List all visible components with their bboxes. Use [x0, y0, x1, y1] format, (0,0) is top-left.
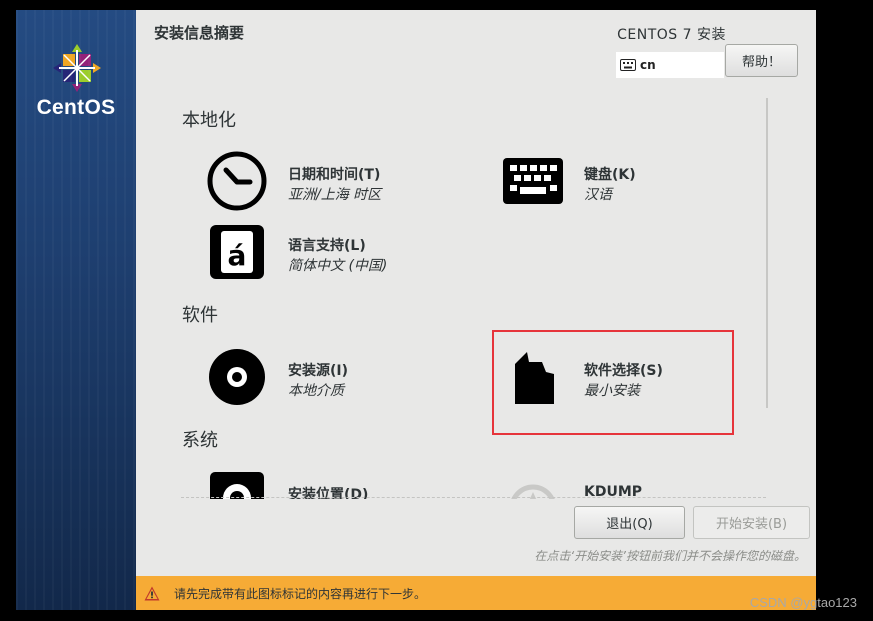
sidebar: CentOS [16, 10, 136, 610]
centos-logo-icon [53, 44, 101, 92]
spoke-install-source-name: 安装源(I) [288, 363, 349, 379]
warning-icon [144, 586, 160, 600]
spoke-kdump[interactable]: KDUMP [502, 470, 762, 499]
spokes-scroll-area[interactable]: 本地化 日期和时间(T) 亚洲/上海 时区 键盘(K) 汉语 á 语言支持(L)… [136, 98, 816, 499]
spoke-language[interactable]: á 语言支持(L) 简体中文 (中国) [206, 221, 466, 283]
highlight-annotation [492, 330, 734, 435]
spoke-keyboard-name: 键盘(K) [584, 167, 636, 183]
keyboard-layout-label: cn [640, 58, 656, 72]
spoke-install-source-status: 本地介质 [288, 383, 344, 399]
installer-window: CentOS 安装信息摘要 CENTOS 7 安装 cn 帮助！ 本地化 日期和… [16, 10, 816, 610]
disc-icon [209, 349, 265, 405]
warning-text: 请先完成带有此图标标记的内容再进行下一步。 [174, 586, 427, 601]
language-icon: á [210, 225, 264, 279]
harddisk-icon [210, 472, 264, 499]
section-title-localization: 本地化 [182, 110, 236, 131]
warning-bar: 请先完成带有此图标标记的内容再进行下一步。 [136, 576, 816, 610]
page-title: 安装信息摘要 [154, 24, 245, 42]
spoke-datetime-name: 日期和时间(T) [288, 167, 381, 183]
kdump-icon [511, 484, 555, 499]
section-title-system: 系统 [182, 430, 218, 451]
begin-hint-text: 在点击‘开始安装’按钮前我们并不会操作您的磁盘。 [534, 549, 806, 563]
spoke-install-source[interactable]: 安装源(I) 本地介质 [206, 346, 466, 408]
clock-icon [207, 151, 267, 211]
spoke-language-name: 语言支持(L) [288, 238, 366, 254]
begin-installation-button[interactable]: 开始安装(B) [693, 506, 810, 539]
scrollbar[interactable] [766, 98, 768, 408]
brand-name: CentOS [36, 96, 116, 119]
keyboard-small-icon [620, 59, 636, 71]
keyboard-icon [503, 158, 563, 204]
spoke-keyboard-status: 汉语 [584, 187, 612, 203]
svg-text:á: á [228, 239, 247, 272]
spoke-keyboard[interactable]: 键盘(K) 汉语 [502, 150, 762, 212]
product-title: CENTOS 7 安装 [617, 27, 726, 43]
scroll-fade-divider [181, 497, 766, 498]
spoke-datetime[interactable]: 日期和时间(T) 亚洲/上海 时区 [206, 150, 466, 212]
quit-button[interactable]: 退出(Q) [574, 506, 685, 539]
section-title-software: 软件 [182, 305, 218, 326]
summary-hub: 安装信息摘要 CENTOS 7 安装 cn 帮助！ 本地化 日期和时间(T) 亚… [136, 10, 816, 610]
spoke-language-status: 简体中文 (中国) [288, 258, 388, 274]
keyboard-layout-indicator[interactable]: cn [616, 52, 724, 78]
spoke-install-destination[interactable]: 安装位置(D) [206, 470, 466, 499]
help-button[interactable]: 帮助！ [725, 44, 798, 77]
spoke-datetime-status: 亚洲/上海 时区 [288, 187, 382, 203]
watermark: CSDN @ygtao123 [749, 595, 857, 610]
